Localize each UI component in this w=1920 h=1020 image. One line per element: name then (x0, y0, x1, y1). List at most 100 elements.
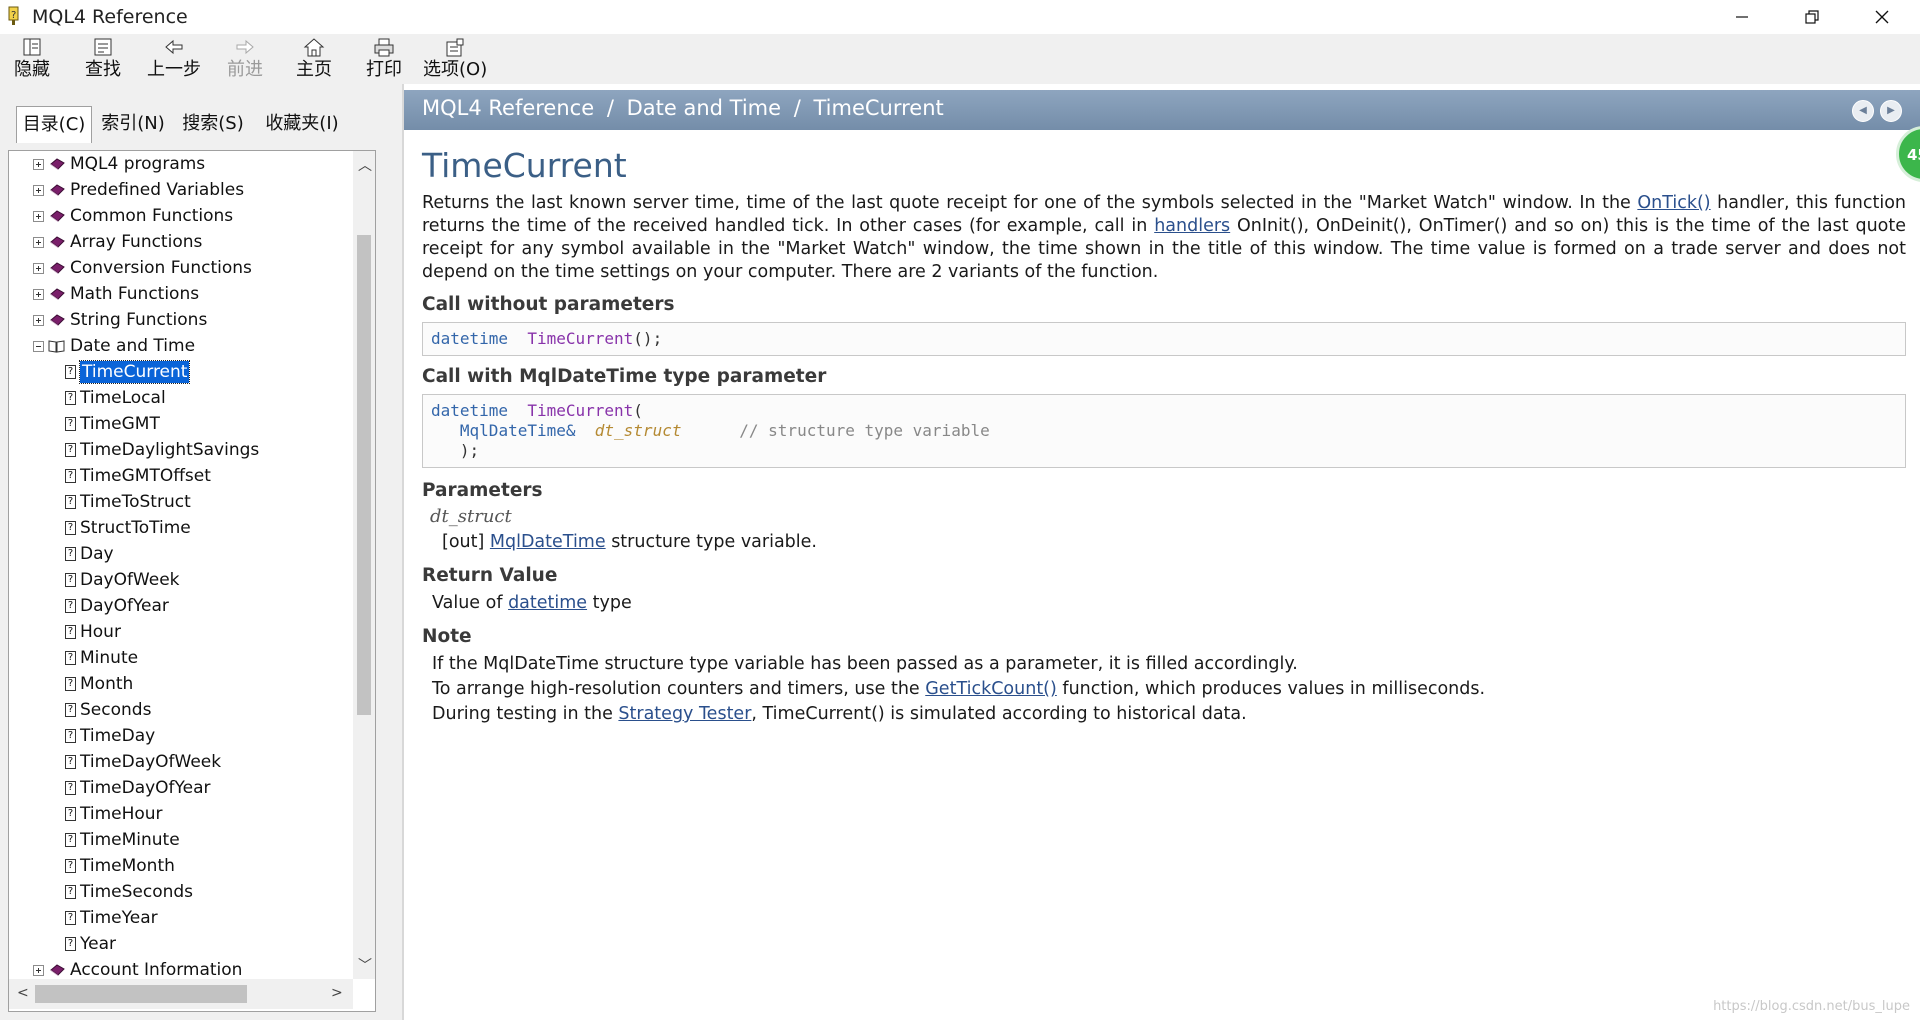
tree-book-item[interactable]: Math Functions (33, 281, 199, 307)
tree-topic-item[interactable]: ? TimeDay (65, 723, 155, 749)
note-line-3: During testing in the Strategy Tester, T… (432, 702, 1906, 727)
tree-book-item[interactable]: Common Functions (33, 203, 233, 229)
param-out-tag: [out] (442, 532, 490, 552)
tree-book-item[interactable]: String Functions (33, 307, 207, 333)
tree-topic-item[interactable]: ? StructToTime (65, 515, 191, 541)
scroll-down-icon[interactable]: ﹀ (358, 955, 372, 975)
ontick-link[interactable]: OnTick() (1637, 193, 1710, 213)
book-icon (50, 236, 65, 248)
find-button[interactable]: 查找 (85, 34, 121, 84)
tree-book-item[interactable]: Predefined Variables (33, 177, 244, 203)
tree-topic-item[interactable]: ? Minute (65, 645, 138, 671)
tree-vertical-scroll-thumb[interactable] (357, 235, 371, 715)
tree-item-label: Hour (80, 622, 121, 642)
help-page-icon: ? (65, 781, 76, 795)
next-topic-icon: ▶ (1887, 105, 1895, 116)
tree-topic-item[interactable]: ? TimeMonth (65, 853, 175, 879)
note2-post: function, which produces values in milli… (1056, 679, 1486, 699)
expand-icon[interactable] (33, 158, 44, 170)
expand-icon[interactable] (33, 210, 44, 222)
parameters-heading: Parameters (422, 480, 543, 501)
expand-icon[interactable] (33, 964, 44, 976)
expand-icon[interactable] (33, 184, 44, 196)
options-button[interactable]: 选项(O) (423, 34, 487, 84)
tree-topic-item[interactable]: ? Hour (65, 619, 121, 645)
code-function: TimeCurrent (527, 401, 634, 420)
tree-item-label: TimeDay (80, 726, 156, 746)
close-icon (1875, 10, 1889, 24)
tree-item-label: TimeLocal (80, 388, 166, 408)
tree-topic-item[interactable]: ? TimeYear (65, 905, 158, 931)
tree-item-label: Array Functions (70, 232, 203, 252)
help-page-icon: ? (65, 391, 76, 405)
options-label: 选项(O) (423, 59, 488, 80)
tree-topic-item[interactable]: ? TimeDayOfWeek (65, 749, 221, 775)
datetime-link[interactable]: datetime (508, 593, 587, 613)
gettickcount-link[interactable]: GetTickCount() (925, 679, 1057, 699)
tree-book-item[interactable]: Conversion Functions (33, 255, 252, 281)
tree-topic-item[interactable]: ? TimeDayOfYear (65, 775, 211, 801)
tree-topic-item[interactable]: ? Day (65, 541, 114, 567)
tree-book-item[interactable]: Array Functions (33, 229, 202, 255)
close-button[interactable] (1850, 0, 1914, 34)
tree-topic-item[interactable]: ? TimeLocal (65, 385, 166, 411)
scroll-right-icon[interactable]: > (331, 985, 343, 1001)
back-button[interactable]: 上一步 (147, 34, 201, 84)
hide-button[interactable]: 隐藏 (14, 34, 50, 84)
tree-topic-item[interactable]: ? DayOfYear (65, 593, 169, 619)
tree-book-item[interactable]: MQL4 programs (33, 151, 205, 177)
tree-topic-item[interactable]: ? Month (65, 671, 133, 697)
tree-topic-item[interactable]: ? Seconds (65, 697, 151, 723)
forward-label: 前进 (227, 59, 263, 80)
prev-topic-button[interactable]: ◀ (1852, 100, 1874, 122)
tree-topic-item[interactable]: ? DayOfWeek (65, 567, 180, 593)
help-page-icon: ? (65, 417, 76, 431)
tree-item-label: MQL4 programs (70, 154, 206, 174)
tree-item-label: TimeDayOfWeek (80, 752, 222, 772)
home-button[interactable]: 主页 (296, 34, 332, 84)
topic-pane: MQL4 Reference / Date and Time / TimeCur… (404, 84, 1920, 1020)
strategy-tester-link[interactable]: Strategy Tester (618, 704, 751, 724)
expand-icon[interactable] (33, 288, 44, 300)
breadcrumb-section[interactable]: Date and Time (627, 96, 781, 120)
forward-button[interactable]: 前进 (227, 34, 263, 84)
tree-item-label: DayOfYear (80, 596, 169, 616)
handlers-link[interactable]: handlers (1154, 216, 1230, 236)
expand-icon[interactable] (33, 236, 44, 248)
tree-topic-item[interactable]: ? TimeToStruct (65, 489, 191, 515)
breadcrumb-root[interactable]: MQL4 Reference (422, 96, 594, 120)
scroll-left-icon[interactable]: < (17, 985, 29, 1001)
help-page-icon: ? (65, 833, 76, 847)
tree-topic-item[interactable]: ? TimeSeconds (65, 879, 193, 905)
expand-icon[interactable] (33, 262, 44, 274)
next-topic-button[interactable]: ▶ (1880, 100, 1902, 122)
tree-book-item[interactable]: Date and Time (33, 333, 195, 359)
expand-icon[interactable] (33, 314, 44, 326)
tree-topic-item[interactable]: ? TimeCurrent (65, 359, 191, 385)
help-page-icon: ? (65, 547, 76, 561)
minimize-button[interactable] (1710, 0, 1774, 34)
tree-horizontal-scrollbar[interactable]: < > (9, 979, 353, 1009)
mqldatetime-link[interactable]: MqlDateTime (490, 532, 606, 552)
find-icon (94, 38, 112, 56)
tree-topic-item[interactable]: ? TimeDaylightSavings (65, 437, 259, 463)
tree-topic-item[interactable]: ? TimeGMTOffset (65, 463, 211, 489)
tree-topic-item[interactable]: ? TimeMinute (65, 827, 180, 853)
tree-topic-item[interactable]: ? TimeHour (65, 801, 163, 827)
tab-index[interactable]: 索引(N) (94, 108, 172, 140)
tab-contents[interactable]: 目录(C) (16, 106, 92, 143)
tab-search[interactable]: 搜索(S) (174, 108, 252, 140)
tree-topic-item[interactable]: ? Year (65, 931, 116, 957)
collapse-icon[interactable] (33, 340, 44, 352)
tree-vertical-scrollbar[interactable]: ︿ ﹀ (353, 151, 375, 979)
contents-tree: MQL4 programs Predefined Variables Common … (9, 151, 353, 979)
restore-button[interactable] (1780, 0, 1844, 34)
tree-item-label: Math Functions (70, 284, 200, 304)
scroll-up-icon[interactable]: ︿ (358, 155, 372, 175)
help-page-icon: ? (65, 729, 76, 743)
tree-horizontal-scroll-thumb[interactable] (35, 985, 247, 1003)
tab-favorites[interactable]: 收藏夹(I) (254, 108, 350, 140)
tree-book-item[interactable]: Account Information (33, 957, 242, 979)
print-button[interactable]: 打印 (366, 34, 402, 84)
tree-topic-item[interactable]: ? TimeGMT (65, 411, 160, 437)
